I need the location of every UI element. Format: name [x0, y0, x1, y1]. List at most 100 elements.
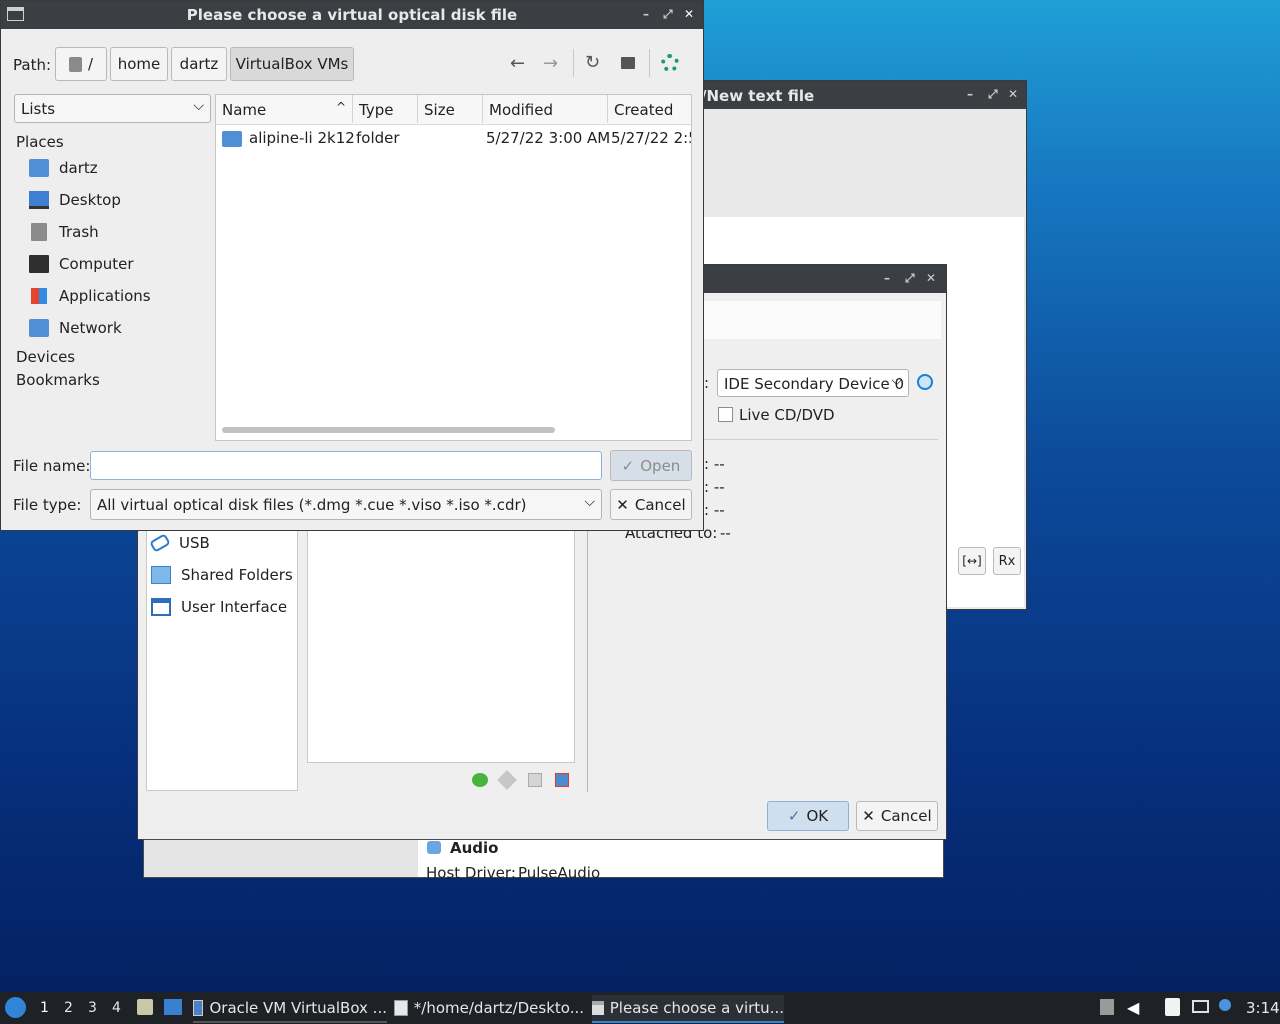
devices-header[interactable]: Devices [16, 348, 75, 366]
live-cd-label: Live CD/DVD [739, 406, 835, 424]
column-created[interactable]: Created [608, 95, 691, 123]
dialog-titlebar[interactable]: Please choose a virtual optical disk fil… [1, 1, 703, 29]
virtualbox-icon [193, 1000, 204, 1016]
lists-select[interactable]: Lists ⌵ [14, 94, 211, 123]
sidebar-item-shared-folders[interactable]: Shared Folders [151, 566, 293, 584]
path-segment-home[interactable]: home [110, 47, 168, 81]
column-size[interactable]: Size [418, 95, 483, 123]
attached-value: -- [720, 524, 731, 542]
virtualbox-main-window: Audio Host Driver: PulseAudio [143, 839, 944, 882]
window-icon [592, 1001, 604, 1015]
open-button[interactable]: ✓ Open [610, 450, 692, 481]
clipboard-icon[interactable] [1165, 998, 1180, 1016]
splitter[interactable] [587, 527, 588, 792]
reload-icon[interactable]: ↻ [585, 52, 600, 73]
volume-icon[interactable]: ◀ [1127, 998, 1139, 1017]
back-arrow-icon[interactable]: ← [510, 53, 525, 74]
maximize-icon[interactable]: ⤢ [663, 7, 673, 22]
divider [704, 439, 938, 440]
host-driver-label: Host Driver: [426, 864, 516, 882]
table-row[interactable]: alipine-li 2k12 folder 5/27/22 3:00 AM 5… [216, 127, 691, 151]
cancel-button-label: Cancel [880, 807, 932, 825]
notification-icon[interactable] [1219, 999, 1231, 1011]
settings-sidebar: USB Shared Folders User Interface [146, 527, 298, 791]
column-type[interactable]: Type [353, 95, 418, 123]
workspace-1[interactable]: 1 [40, 1000, 49, 1016]
workspace-3[interactable]: 3 [88, 1000, 97, 1016]
remove-attachment-icon[interactable] [555, 773, 569, 787]
add-attachment-icon[interactable] [528, 773, 542, 787]
file-type-label: File type: [13, 496, 82, 514]
minimize-icon[interactable]: – [967, 87, 973, 101]
maximize-icon[interactable]: ⤢ [988, 87, 998, 102]
cell-name: alipine-li 2k12 [249, 129, 355, 147]
forward-arrow-icon[interactable]: → [543, 53, 558, 74]
remove-controller-icon[interactable] [497, 770, 517, 790]
close-icon[interactable]: ✕ [684, 7, 694, 21]
settings-gear-icon[interactable] [661, 54, 679, 72]
close-icon[interactable]: ✕ [1008, 87, 1018, 101]
text-editor-icon [394, 1000, 408, 1016]
ok-button[interactable]: ✓ OK [767, 801, 849, 831]
path-root-button[interactable]: / [55, 47, 107, 81]
path-segment-virtualbox-vms[interactable]: VirtualBox VMs [230, 47, 354, 81]
regex-button[interactable]: Rx [993, 547, 1021, 575]
network-icon[interactable] [1192, 1000, 1209, 1013]
add-controller-icon[interactable] [472, 773, 488, 787]
start-menu-icon[interactable] [5, 997, 26, 1018]
minimize-icon[interactable]: – [643, 7, 649, 21]
dialog-title: Please choose a virtual optical disk fil… [186, 6, 518, 24]
sidebar-item-usb[interactable]: USB [149, 533, 210, 553]
close-icon[interactable]: ✕ [926, 271, 936, 285]
task-file-chooser[interactable]: Please choose a virtu... [592, 995, 784, 1023]
place-label: Desktop [59, 191, 121, 209]
place-computer[interactable]: Computer [29, 255, 134, 273]
column-name-label: Name [222, 101, 267, 119]
sidebar-item-user-interface[interactable]: User Interface [151, 598, 287, 616]
file-list[interactable]: Name ^ Type Size Modified Created alipin… [215, 94, 692, 441]
path-segment: dartz [179, 55, 219, 73]
chevron-down-icon: ⌵ [584, 494, 595, 510]
folder-icon [222, 131, 242, 147]
file-manager-icon[interactable] [137, 999, 153, 1015]
bookmarks-header[interactable]: Bookmarks [16, 371, 100, 389]
cancel-button[interactable]: ✕ Cancel [856, 801, 938, 831]
controller-select[interactable]: IDE Secondary Device 0 ⌵ [717, 369, 909, 397]
live-cd-checkbox[interactable] [718, 407, 733, 422]
path-segment-dartz[interactable]: dartz [171, 47, 227, 81]
column-name[interactable]: Name ^ [216, 95, 353, 123]
column-created-label: Created [614, 101, 674, 119]
file-name-input[interactable] [90, 451, 602, 480]
sidebar-item-label: User Interface [181, 598, 288, 616]
regex-bracket-button[interactable]: [↔] [958, 547, 986, 575]
task-virtualbox[interactable]: Oracle VM VirtualBox ... [193, 995, 387, 1023]
storage-tree[interactable] [307, 527, 575, 763]
sidebar-item-label: USB [179, 534, 210, 552]
minimize-icon[interactable]: – [884, 271, 890, 285]
home-folder-icon [29, 159, 49, 177]
new-folder-icon[interactable] [621, 57, 635, 69]
path-label: Path: [13, 56, 52, 74]
horizontal-scrollbar[interactable] [222, 427, 555, 433]
place-network[interactable]: Network [29, 319, 122, 337]
column-modified[interactable]: Modified [483, 95, 608, 123]
task-text-editor[interactable]: */home/dartz/Deskto... [394, 995, 584, 1021]
place-label: dartz [59, 159, 98, 177]
place-trash[interactable]: Trash [29, 223, 99, 241]
place-dartz[interactable]: dartz [29, 159, 98, 177]
workspace-2[interactable]: 2 [64, 1000, 73, 1016]
choose-disk-icon[interactable] [917, 374, 933, 390]
cancel-button[interactable]: ✕ Cancel [610, 489, 692, 520]
eject-icon[interactable] [1100, 999, 1114, 1015]
task-label: Please choose a virtu... [609, 999, 784, 1017]
clock[interactable]: 3:14 [1246, 999, 1280, 1017]
task-label: Oracle VM VirtualBox ... [209, 999, 387, 1017]
column-size-label: Size [424, 101, 455, 119]
show-desktop-icon[interactable] [164, 999, 182, 1015]
file-type-select[interactable]: All virtual optical disk files (*.dmg *.… [90, 489, 602, 520]
maximize-icon[interactable]: ⤢ [905, 271, 915, 286]
place-applications[interactable]: Applications [29, 287, 151, 305]
place-desktop[interactable]: Desktop [29, 191, 121, 209]
workspace-4[interactable]: 4 [112, 1000, 121, 1016]
editor-titlebar[interactable]: /New text file – ⤢ ✕ [701, 81, 1026, 109]
